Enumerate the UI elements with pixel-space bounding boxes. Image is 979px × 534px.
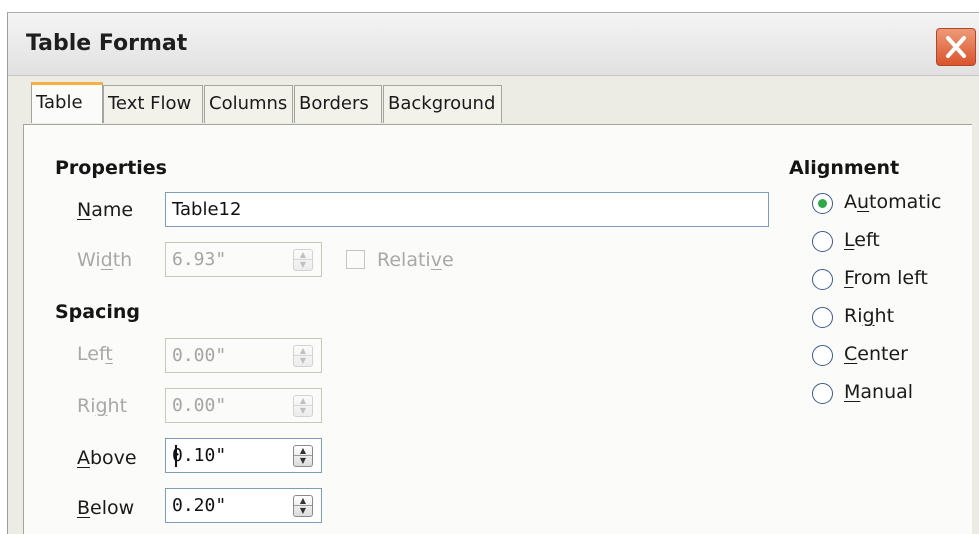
above-spacing-label: Above [77, 447, 137, 469]
name-field[interactable]: Table12 [165, 192, 769, 227]
left-spacing-label: Left [77, 343, 113, 365]
left-spacing-spinbox: 0.00" ▲ ▼ [165, 338, 322, 373]
close-icon [946, 36, 966, 58]
radio-right[interactable] [812, 307, 833, 328]
tab-text-flow[interactable]: Text Flow [103, 85, 203, 123]
radio-from-left[interactable] [812, 269, 833, 290]
width-spin-buttons: ▲ ▼ [293, 249, 313, 271]
spin-down-arrow-icon: ▼ [294, 405, 312, 416]
left-spin-buttons: ▲ ▼ [293, 345, 313, 367]
alignment-left-label[interactable]: Left [844, 229, 880, 251]
right-spacing-value: 0.00" [172, 395, 227, 416]
tab-columns[interactable]: Columns [204, 85, 293, 123]
above-spacing-spinbox[interactable]: 0.10" ▲ ▼ [165, 438, 322, 473]
properties-heading: Properties [55, 157, 167, 179]
width-spinbox: 6.93" ▲ ▼ [165, 242, 322, 277]
width-label: Width [77, 249, 133, 271]
table-tab-panel: Properties Name Table12 Width 6.93" ▲ ▼ R… [23, 124, 972, 534]
alignment-right-label[interactable]: Right [844, 305, 894, 327]
right-spin-buttons: ▲ ▼ [293, 395, 313, 417]
tab-background[interactable]: Background [383, 85, 502, 123]
right-spacing-label: Right [77, 395, 128, 417]
spin-down-arrow-icon[interactable]: ▼ [294, 505, 312, 516]
below-spacing-value[interactable]: 0.20" [172, 489, 226, 522]
below-spin-buttons[interactable]: ▲ ▼ [293, 495, 313, 517]
above-spin-buttons[interactable]: ▲ ▼ [293, 445, 313, 467]
relative-label: Relative [377, 249, 454, 271]
below-spacing-label: Below [77, 497, 135, 519]
radio-manual[interactable] [812, 383, 833, 404]
close-button[interactable] [936, 28, 976, 66]
alignment-automatic-label[interactable]: Automatic [844, 191, 941, 213]
left-spacing-value: 0.00" [172, 345, 227, 366]
spin-down-arrow-icon: ▼ [294, 259, 312, 270]
spacing-heading: Spacing [55, 301, 141, 323]
tab-borders[interactable]: Borders [294, 85, 382, 123]
radio-left[interactable] [812, 231, 833, 252]
title-bar: Table Format [8, 13, 979, 76]
dialog-title: Table Format [26, 31, 188, 56]
relative-checkbox [346, 250, 365, 269]
spin-down-arrow-icon: ▼ [294, 355, 312, 366]
above-spacing-value[interactable]: 0.10" [172, 439, 226, 472]
text-cursor [175, 445, 177, 467]
below-spacing-spinbox[interactable]: 0.20" ▲ ▼ [165, 488, 322, 523]
name-label: Name [77, 199, 134, 221]
right-spacing-spinbox: 0.00" ▲ ▼ [165, 388, 322, 423]
radio-center[interactable] [812, 345, 833, 366]
alignment-from-left-label[interactable]: From left [844, 267, 928, 289]
width-value: 6.93" [172, 249, 227, 270]
tab-table[interactable]: Table [31, 82, 103, 123]
spin-down-arrow-icon[interactable]: ▼ [294, 455, 312, 466]
alignment-heading: Alignment [789, 157, 900, 179]
alignment-manual-label[interactable]: Manual [844, 381, 913, 403]
radio-automatic[interactable] [812, 193, 833, 214]
alignment-center-label[interactable]: Center [844, 343, 908, 365]
